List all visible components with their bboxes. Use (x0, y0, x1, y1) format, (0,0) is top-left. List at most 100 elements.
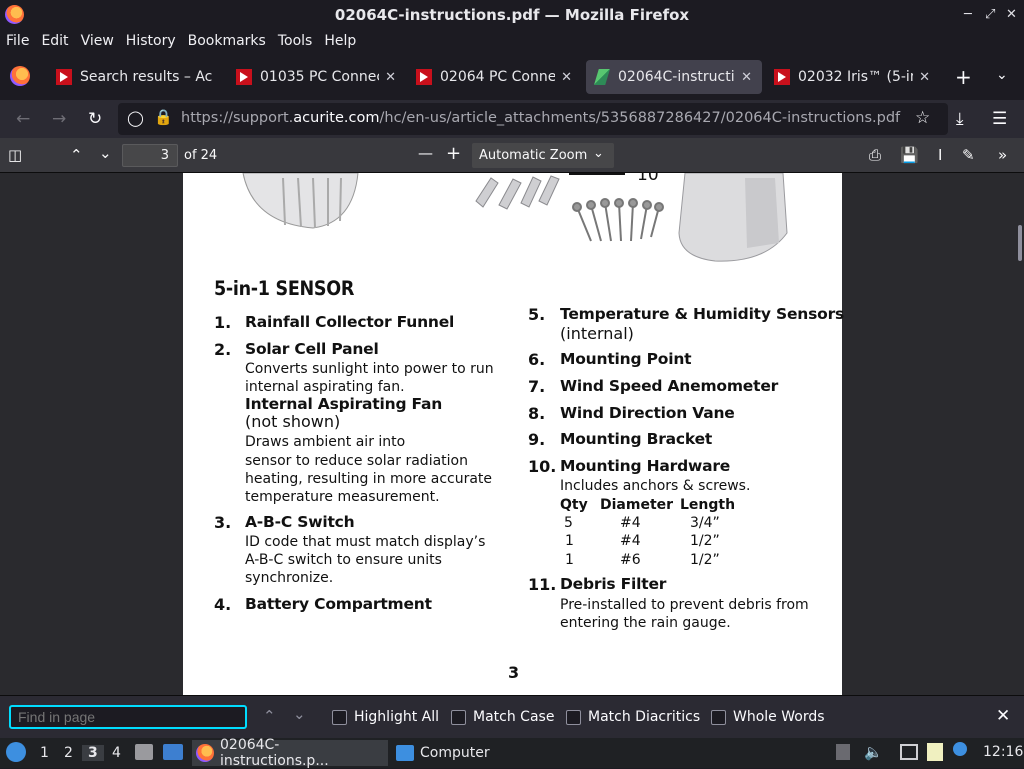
shield-icon[interactable]: ◯ (127, 109, 144, 127)
menu-help[interactable]: Help (324, 33, 356, 49)
item-text: heating, resulting in more accurate (245, 471, 493, 487)
lock-icon[interactable]: 🔒 (154, 108, 173, 126)
tools-menu-icon[interactable]: » (998, 146, 1007, 164)
desktop-icon[interactable] (163, 744, 183, 760)
chevron-down-icon: ⌄ (593, 146, 604, 161)
zoom-out-icon[interactable]: — (418, 144, 433, 162)
item-title: Mounting Point (560, 350, 692, 368)
url-text[interactable]: https://support.acurite.com/hc/en-us/art… (181, 110, 900, 126)
callout-number: 10 (637, 173, 659, 185)
network-icon[interactable] (900, 744, 918, 760)
tab-02064c-instructions[interactable]: 02064C-instructio ✕ (586, 60, 762, 94)
table-header-diameter: Diameter (600, 497, 674, 513)
close-tab-icon[interactable]: ✕ (385, 70, 396, 85)
minimize-icon[interactable]: ─ (964, 7, 972, 22)
table-cell: 1/2” (690, 552, 720, 568)
item-title: A-B-C Switch (245, 513, 355, 531)
whole-words-checkbox[interactable]: Whole Words (711, 709, 825, 725)
firefox-icon (196, 744, 214, 762)
new-tab-icon[interactable]: + (955, 65, 972, 89)
anchors-illustration (475, 175, 560, 210)
table-cell: #4 (620, 533, 641, 549)
firefox-view-icon[interactable] (10, 66, 30, 86)
workspace-1[interactable]: 1 (40, 745, 49, 761)
item-text: Includes anchors & screws. (560, 478, 751, 494)
zoom-in-icon[interactable]: + (446, 143, 461, 164)
sidebar-toggle-icon[interactable]: ◫ (8, 146, 22, 164)
file-manager-icon[interactable] (135, 744, 153, 760)
workspace-2[interactable]: 2 (64, 745, 73, 761)
pdf-icon (56, 69, 72, 85)
clipboard-icon[interactable] (927, 743, 943, 761)
table-header-qty: Qty (560, 497, 588, 513)
menu-tools[interactable]: Tools (278, 33, 313, 49)
item-text: ID code that must match display’s (245, 534, 486, 550)
funnel-illustration (242, 173, 359, 229)
match-diacritics-checkbox[interactable]: Match Diacritics (566, 709, 700, 725)
draw-tool-icon[interactable]: ✎ (962, 146, 975, 164)
pdf-viewer[interactable]: 10 5-in-1 SENSOR 1. Rainfall Collector F… (0, 173, 1024, 695)
restore-icon[interactable]: ⤢ (985, 7, 995, 22)
table-cell: 5 (564, 515, 573, 531)
scrollbar-thumb[interactable] (1018, 225, 1022, 261)
volume-icon[interactable]: 🔈 (864, 743, 883, 761)
tray-icon[interactable] (836, 744, 850, 760)
tab-02064[interactable]: 02064 PC Connect ✕ (408, 60, 582, 94)
tab-02032-iris[interactable]: 02032 Iris™ (5-in- ✕ (768, 60, 940, 94)
checkbox-box[interactable] (451, 709, 466, 725)
zoom-select[interactable]: Automatic Zoom ⌄ (472, 143, 614, 168)
table-cell: 3/4” (690, 515, 720, 531)
updates-icon[interactable] (953, 742, 967, 756)
tab-search-results[interactable]: Search results – Ac (48, 60, 220, 94)
menu-view[interactable]: View (81, 33, 114, 49)
text-tool-icon[interactable]: I (938, 146, 942, 164)
pdf-icon (416, 69, 432, 85)
back-icon[interactable]: ← (16, 109, 30, 129)
item-text: Converts sunlight into power to run (245, 361, 494, 377)
task-computer[interactable]: Computer (392, 740, 512, 766)
item-subtitle: Internal Aspirating Fan (245, 395, 443, 413)
print-icon[interactable]: ⎙ (869, 146, 881, 164)
close-tab-icon[interactable]: ✕ (741, 70, 752, 85)
match-case-checkbox[interactable]: Match Case (451, 709, 554, 725)
list-all-tabs-icon[interactable]: ⌄ (996, 67, 1008, 83)
menu-file[interactable]: File (6, 33, 29, 49)
find-previous-icon[interactable]: ⌃ (263, 707, 276, 725)
table-cell: #6 (620, 552, 641, 568)
save-icon[interactable]: 💾 (900, 146, 919, 164)
next-page-icon[interactable]: ⌄ (99, 144, 112, 162)
reload-icon[interactable]: ↻ (88, 109, 102, 129)
checkbox-box[interactable] (711, 709, 726, 725)
close-tab-icon[interactable]: ✕ (561, 70, 572, 85)
checkbox-box[interactable] (332, 709, 347, 725)
downloads-icon[interactable]: ⤓ (956, 109, 964, 129)
forward-icon[interactable]: → (52, 109, 66, 129)
pdf-toolbar: ◫ ⌃ ⌄ 3 of 24 — + Automatic Zoom ⌄ ⎙ 💾 I… (0, 138, 1024, 173)
item-number: 4. (214, 595, 232, 614)
page-number-input[interactable]: 3 (122, 144, 178, 167)
close-window-icon[interactable]: ✕ (1006, 7, 1017, 22)
workspace-4[interactable]: 4 (112, 745, 121, 761)
checkbox-box[interactable] (566, 709, 581, 725)
task-firefox[interactable]: 02064C-instructions.p... (192, 737, 388, 769)
menu-bookmarks[interactable]: Bookmarks (188, 33, 266, 49)
find-input[interactable] (9, 705, 247, 729)
workspace-3[interactable]: 3 (82, 745, 104, 761)
find-next-icon[interactable]: ⌄ (293, 705, 306, 723)
page-footer-number: 3 (508, 663, 520, 682)
start-menu-icon[interactable] (6, 742, 26, 762)
item-text: (not shown) (245, 412, 341, 431)
app-menu-icon[interactable]: ☰ (992, 109, 1007, 129)
item-title: Battery Compartment (245, 595, 432, 613)
close-tab-icon[interactable]: ✕ (919, 70, 930, 85)
tab-01035[interactable]: 01035 PC Connect ✕ (228, 60, 406, 94)
url-bar[interactable]: ◯ 🔒 https://support.acurite.com/hc/en-us… (118, 103, 948, 135)
highlight-all-checkbox[interactable]: Highlight All (332, 709, 439, 725)
item-text: (internal) (560, 324, 634, 343)
close-findbar-icon[interactable]: ✕ (996, 706, 1010, 726)
section-heading: 5-in-1 SENSOR (214, 277, 355, 300)
menu-history[interactable]: History (126, 33, 176, 49)
bookmark-star-icon[interactable]: ☆ (915, 108, 930, 128)
menu-edit[interactable]: Edit (41, 33, 68, 49)
previous-page-icon[interactable]: ⌃ (70, 146, 83, 164)
